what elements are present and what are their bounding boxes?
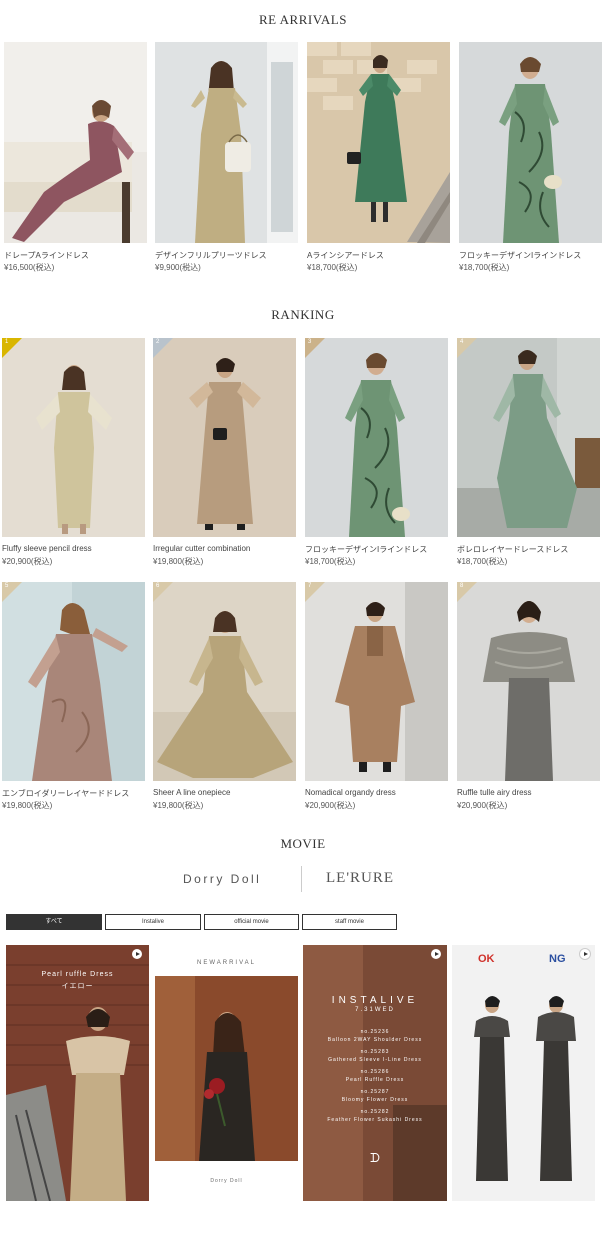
product-price: ¥9,900(税込) [155,263,201,272]
video-footer: Dorry Doll [210,1178,243,1184]
product-number: no.25286 [360,1069,390,1075]
play-icon[interactable] [431,949,441,959]
ng-label: NG [549,953,566,965]
product-line: Pearl Ruffle Dress [345,1077,405,1083]
product-name[interactable]: Ruffle tulle airy dress [457,788,532,797]
video-caption: Pearl ruffle Dress [41,971,114,978]
brand-divider [301,866,302,892]
product-price: ¥18,700(税込) [459,263,510,272]
product-name[interactable]: Sheer A line onepiece [153,788,230,797]
ranking-title: RANKING [271,307,335,322]
play-icon[interactable] [132,949,142,959]
tab-all[interactable]: すべて [6,914,102,930]
product-line: Feather Flower Sukashi Dress [327,1117,423,1123]
product-image[interactable] [2,582,145,781]
product-number: no.25236 [360,1029,390,1035]
product-number: no.25283 [360,1049,390,1055]
product-image[interactable] [459,42,602,243]
tab-instalive[interactable]: Instalive [105,914,201,930]
product-price: ¥16,500(税込) [4,263,55,272]
product-price: ¥20,900(税込) [2,557,53,566]
video-thumbnail[interactable]: NEWARRIVAL Dorry Doll [155,945,298,1201]
product-number: no.25287 [360,1089,390,1095]
product-image[interactable] [153,582,296,781]
product-name[interactable]: エンブロイダリーレイヤードドレス [2,788,129,799]
instalive-title: INSTALIVE [331,995,419,1006]
product-line: Gathered Sleeve I-Line Dress [328,1057,422,1063]
product-price: ¥19,800(税込) [153,557,204,566]
play-icon[interactable] [580,949,590,959]
product-name[interactable]: Aラインシアードレス [307,250,384,261]
video-thumbnail[interactable]: OK NG [452,945,595,1201]
instalive-date: 7.31WED [355,1007,395,1013]
rank-number: 8 [460,583,464,589]
re-arrivals-title: RE ARRIVALS [259,12,347,27]
rank-number: 6 [156,583,160,589]
tab-official-movie[interactable]: official movie [204,914,299,930]
product-image[interactable] [305,582,448,781]
product-price: ¥19,800(税込) [2,801,53,810]
product-name[interactable]: フロッキーデザインIラインドレス [459,250,581,261]
video-header: NEWARRIVAL [196,960,256,966]
product-image[interactable] [2,338,145,537]
product-name[interactable]: フロッキーデザインIラインドレス [305,544,427,555]
rank-number: 4 [460,339,464,345]
product-image[interactable] [457,582,600,781]
rank-number: 5 [5,583,9,589]
rank-number: 1 [5,339,9,345]
product-image[interactable] [153,338,296,537]
product-name[interactable]: Nomadical organdy dress [305,788,396,797]
product-line: Balloon 2WAY Shoulder Dress [327,1037,423,1043]
product-price: ¥20,900(税込) [457,801,508,810]
video-image [155,976,298,1161]
product-price: ¥18,700(税込) [457,557,508,566]
rank-number: 2 [156,339,160,345]
product-name[interactable]: デザインフリルプリーツドレス [155,250,267,261]
product-name[interactable]: ドレープAラインドレス [4,250,89,261]
video-caption-color: イエロー [61,983,94,990]
product-number: no.25282 [360,1109,390,1115]
ok-label: OK [478,953,495,965]
tab-staff-movie[interactable]: staff movie [302,914,397,930]
product-price: ¥20,900(税込) [305,801,356,810]
product-image[interactable] [307,42,450,243]
brand-monogram-icon: ᗪ [370,1151,380,1165]
product-price: ¥18,700(税込) [307,263,358,272]
video-thumbnail[interactable]: Pearl ruffle Dress イエロー [6,945,149,1201]
product-image[interactable] [305,338,448,537]
product-name[interactable]: ボレロレイヤードレースドレス [457,544,568,555]
brand-dorry-doll-logo[interactable]: Dorry Doll [183,872,261,886]
rank-number: 7 [308,583,312,589]
video-thumbnail[interactable]: INSTALIVE 7.31WED no.25236 Balloon 2WAY … [303,945,447,1201]
product-price: ¥18,700(税込) [305,557,356,566]
rank-number: 3 [308,339,312,345]
product-line: Bloomy Flower Dress [341,1097,409,1103]
movie-title: MOVIE [280,836,326,851]
product-name[interactable]: Irregular cutter combination [153,544,250,553]
product-image[interactable] [457,338,600,537]
product-image[interactable] [155,42,298,243]
brand-lerure-logo[interactable]: LE'RURE [326,870,394,887]
product-name[interactable]: Fluffy sleeve pencil dress [2,544,92,553]
product-image[interactable] [4,42,147,243]
product-price: ¥19,800(税込) [153,801,204,810]
